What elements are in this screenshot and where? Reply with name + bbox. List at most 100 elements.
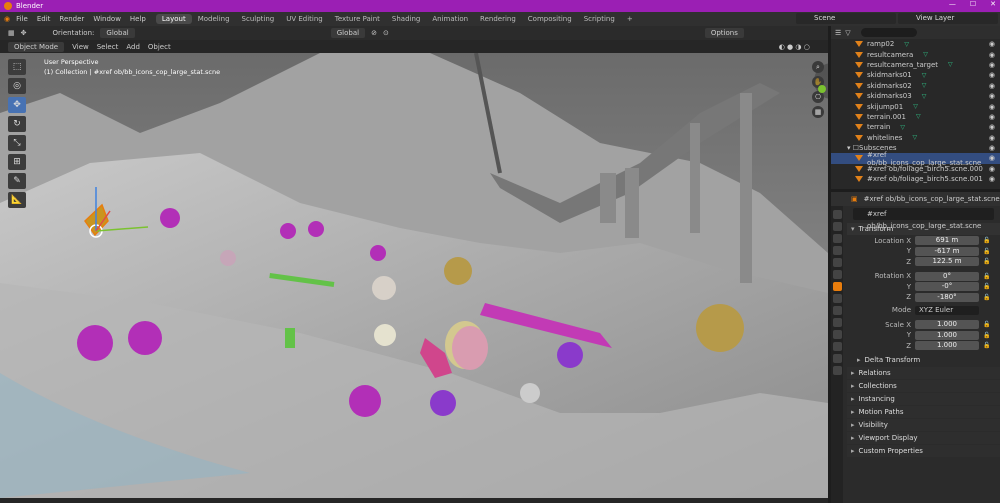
snap-icon[interactable]: ⊘ — [371, 29, 377, 37]
scene-tab-icon[interactable] — [832, 258, 842, 267]
tree-purple-7[interactable] — [349, 385, 381, 417]
rotation-mode-dropdown[interactable]: XYZ Euler — [915, 305, 979, 315]
tree-white[interactable] — [372, 276, 396, 300]
visibility-eye-icon[interactable]: ◉ — [989, 51, 995, 59]
rotation-z-field[interactable]: -180° — [915, 292, 979, 302]
axis-gizmo-icon[interactable] — [812, 61, 828, 101]
lock-icon[interactable]: 🔓 — [983, 258, 990, 265]
section-collections[interactable]: ▸ Collections — [847, 379, 1000, 392]
lock-icon[interactable]: 🔓 — [983, 294, 990, 301]
location-y-field[interactable]: -617 m — [915, 246, 979, 256]
visibility-eye-icon[interactable]: ◉ — [989, 134, 995, 142]
scale-z-field[interactable]: 1.000 — [915, 341, 979, 350]
close-button[interactable]: ✕ — [990, 0, 996, 8]
rotation-x-field[interactable]: 0° — [915, 271, 979, 281]
constraints-tab-icon[interactable] — [832, 330, 842, 339]
proportional-edit-icon[interactable]: ⊙ — [383, 29, 389, 37]
visibility-eye-icon[interactable]: ◉ — [989, 61, 995, 69]
lock-icon[interactable]: 🔓 — [983, 237, 990, 244]
lock-icon[interactable]: 🔓 — [983, 332, 990, 339]
physics-tab-icon[interactable] — [832, 318, 842, 327]
tree-purple-3[interactable] — [308, 221, 324, 237]
tab-animation[interactable]: Animation — [426, 14, 474, 24]
menu-render[interactable]: Render — [59, 15, 84, 23]
outliner-editor-icon[interactable]: ☰ — [835, 29, 841, 37]
scale-y-field[interactable]: 1.000 — [915, 330, 979, 340]
tree-golden-1[interactable] — [444, 257, 472, 285]
outliner-row[interactable]: ramp02 ▽ ◉ — [831, 39, 1000, 49]
section-motion-paths[interactable]: ▸ Motion Paths — [847, 405, 1000, 418]
tab-layout[interactable]: Layout — [155, 14, 192, 24]
menu-select[interactable]: Select — [97, 43, 119, 51]
outliner-row[interactable]: terrain.001 ▽ ◉ — [831, 112, 1000, 122]
location-z-field[interactable]: 122.5 m — [915, 257, 979, 266]
menu-window[interactable]: Window — [93, 15, 121, 23]
options-dropdown[interactable]: Options — [704, 28, 744, 38]
scale-x-field[interactable]: 1.000 — [915, 320, 979, 329]
editor-type-icon[interactable]: ▦ — [8, 29, 15, 37]
tab-sculpting[interactable]: Sculpting — [236, 14, 281, 24]
data-tab-icon[interactable] — [832, 342, 842, 351]
tab-texture-paint[interactable]: Texture Paint — [329, 14, 386, 24]
texture-tab-icon[interactable] — [832, 366, 842, 375]
outliner-row[interactable]: resultcamera_target ▽ ◉ — [831, 60, 1000, 70]
select-tool-icon[interactable]: ⬚ — [8, 59, 26, 75]
delta-transform-section[interactable]: ▸ Delta Transform — [847, 354, 1000, 366]
outliner-row[interactable]: #xref ob/bb_icons_cop_large_stat.scne ◉ — [831, 151, 1000, 167]
blender-menu-icon[interactable]: ◉ — [0, 15, 10, 23]
scene-selector[interactable]: Scene — [796, 13, 896, 24]
visibility-eye-icon[interactable]: ◉ — [989, 71, 995, 79]
tree-golden-2[interactable] — [696, 304, 744, 352]
section-custom-properties[interactable]: ▸ Custom Properties — [847, 444, 1000, 457]
render-tab-icon[interactable] — [832, 222, 842, 231]
lock-icon[interactable]: 🔓 — [983, 248, 990, 255]
tool-tab-icon[interactable] — [832, 210, 842, 219]
tree-pale-2[interactable] — [520, 383, 540, 403]
rotation-y-field[interactable]: -0° — [915, 282, 979, 291]
outliner-row[interactable]: whitelines ▽ ◉ — [831, 133, 1000, 143]
tree-purple-1[interactable] — [160, 208, 180, 228]
outliner-row[interactable]: terrain ▽ ◉ — [831, 122, 1000, 132]
menu-edit[interactable]: Edit — [37, 15, 51, 23]
tab-shading[interactable]: Shading — [386, 14, 426, 24]
visibility-eye-icon[interactable]: ◉ — [989, 92, 995, 100]
visibility-eye-icon[interactable]: ◉ — [989, 165, 995, 173]
particles-tab-icon[interactable] — [832, 306, 842, 315]
outliner-row[interactable]: resultcamera ▽ ◉ — [831, 49, 1000, 59]
mode-dropdown[interactable]: Object Mode — [8, 41, 65, 52]
white-round-object[interactable] — [374, 324, 396, 346]
outliner-search-input[interactable] — [860, 28, 917, 37]
3d-viewport[interactable]: User Perspective (1) Collection | #xref … — [0, 53, 828, 498]
minimize-button[interactable]: — — [949, 0, 956, 8]
tree-violet-2[interactable] — [557, 342, 583, 368]
outliner-row[interactable]: #xref ob/foliage_birch5.scne.001 ◉ — [831, 174, 1000, 184]
outliner-row[interactable]: skidmarks01 ▽ ◉ — [831, 70, 1000, 80]
view-layer-tab-icon[interactable] — [832, 246, 842, 255]
tree-violet-1[interactable] — [430, 390, 456, 416]
add-workspace-button[interactable]: + — [621, 14, 639, 24]
visibility-eye-icon[interactable]: ◉ — [989, 82, 995, 90]
menu-help[interactable]: Help — [130, 15, 146, 23]
cursor-tool-icon[interactable]: ◎ — [8, 78, 26, 94]
maximize-button[interactable]: ☐ — [970, 0, 976, 8]
object-tab-icon[interactable] — [832, 282, 842, 291]
lock-icon[interactable]: 🔓 — [983, 321, 990, 328]
scale-tool-icon[interactable]: ⤡ — [8, 135, 26, 151]
transform-pivot-icon[interactable]: ✥ — [21, 29, 27, 37]
lock-icon[interactable]: 🔓 — [983, 342, 990, 349]
view-layer-selector[interactable]: View Layer — [898, 13, 998, 24]
section-instancing[interactable]: ▸ Instancing — [847, 392, 1000, 405]
visibility-eye-icon[interactable]: ◉ — [989, 113, 995, 121]
tab-scripting[interactable]: Scripting — [578, 14, 621, 24]
tree-purple-2[interactable] — [280, 223, 296, 239]
outliner-row[interactable]: skidmarks03 ▽ ◉ — [831, 91, 1000, 101]
outliner-row[interactable]: skijump01 ▽ ◉ — [831, 101, 1000, 111]
world-tab-icon[interactable] — [832, 270, 842, 279]
tab-rendering[interactable]: Rendering — [474, 14, 522, 24]
menu-object[interactable]: Object — [148, 43, 171, 51]
tree-purple-6[interactable] — [128, 321, 162, 355]
location-x-field[interactable]: 691 m — [915, 236, 979, 245]
visibility-eye-icon[interactable]: ◉ — [989, 175, 995, 183]
tree-purple-5[interactable] — [77, 325, 113, 361]
tree-pale-1[interactable] — [220, 250, 236, 266]
